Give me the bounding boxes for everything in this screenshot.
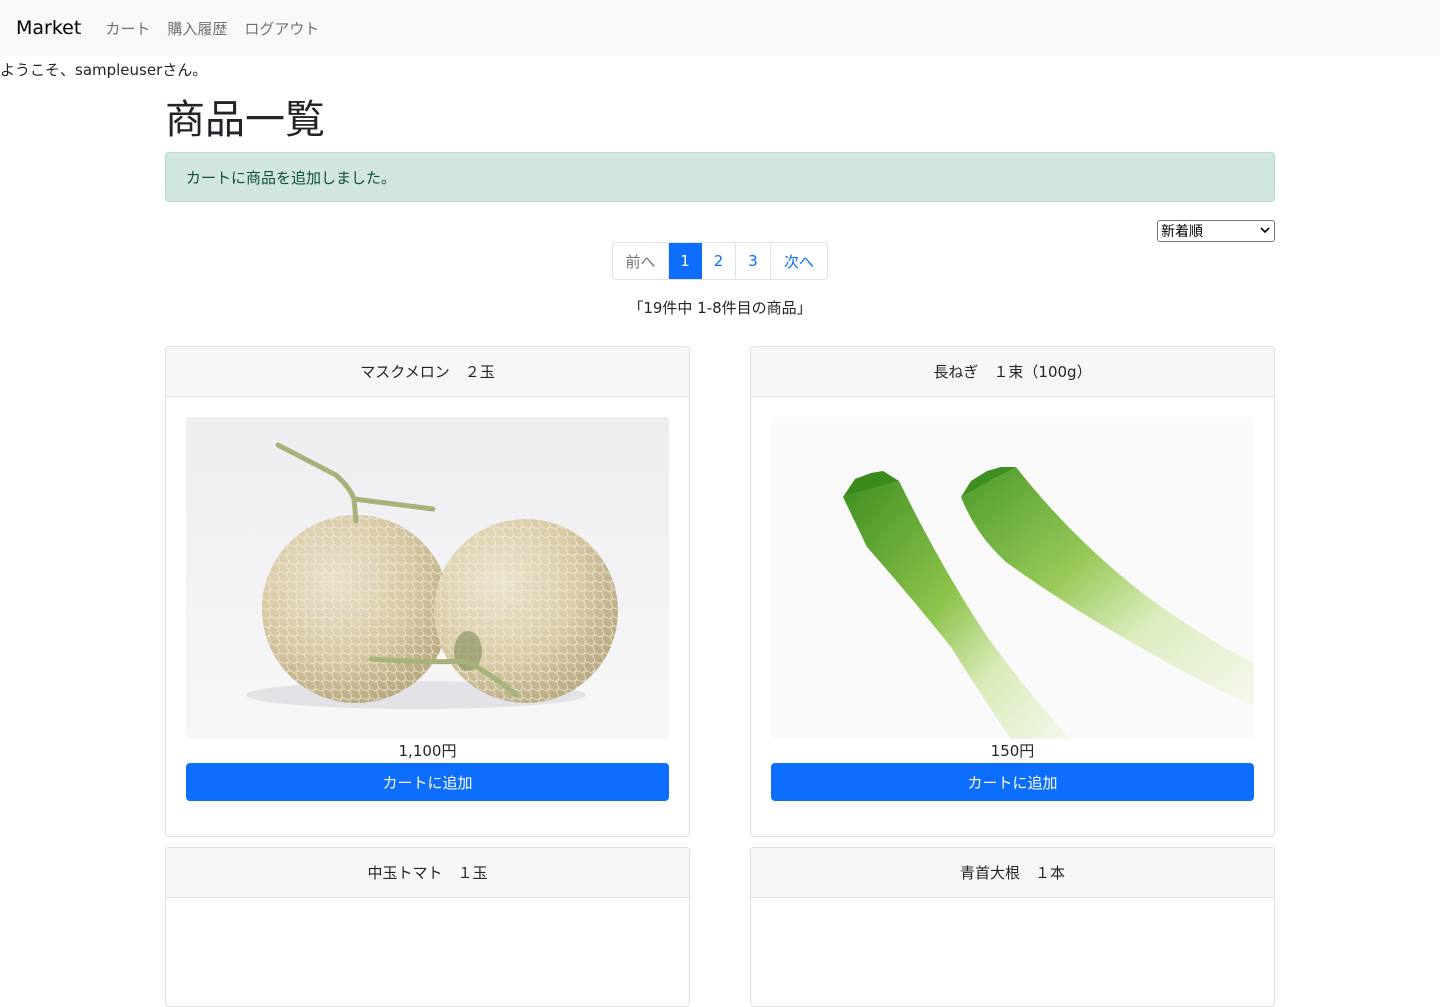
product-name: 中玉トマト １玉: [166, 848, 689, 898]
success-alert: カートに商品を追加しました。: [165, 152, 1275, 202]
pagination: 前へ 1 2 3 次へ: [612, 242, 828, 280]
product-image-green-onion: [771, 417, 1254, 739]
product-card: 青首大根 １本: [750, 847, 1275, 1007]
sort-select[interactable]: 新着順: [1157, 220, 1275, 242]
product-card: 長ねぎ １束（100g） 150円 カートに追加: [750, 346, 1275, 837]
product-price: 1,100円: [398, 742, 457, 760]
nav-link-logout[interactable]: ログアウト: [244, 18, 319, 39]
pagination-next[interactable]: 次へ: [771, 243, 827, 279]
add-to-cart-button[interactable]: カートに追加: [771, 763, 1254, 801]
page-title: 商品一覧: [165, 97, 325, 143]
product-card: 中玉トマト １玉: [165, 847, 690, 1007]
sort-selected-value: 新着順: [1161, 224, 1203, 240]
pagination-page-1[interactable]: 1: [669, 243, 702, 279]
nav-link-cart[interactable]: カート: [105, 18, 150, 39]
pagination-page-3[interactable]: 3: [736, 243, 771, 279]
product-card: マスクメロン ２玉 1,100円 カートに追加: [165, 346, 690, 837]
navbar: Market カート 購入履歴 ログアウト: [0, 0, 1440, 56]
welcome-message: ようこそ、sampleuserさん。: [0, 61, 208, 79]
brand-link[interactable]: Market: [16, 17, 81, 39]
product-price: 150円: [990, 742, 1035, 760]
product-name: マスクメロン ２玉: [166, 347, 689, 397]
chevron-down-icon: [1260, 226, 1270, 237]
nav-link-purchase-history[interactable]: 購入履歴: [167, 18, 227, 39]
product-name: 青首大根 １本: [751, 848, 1274, 898]
product-name: 長ねぎ １束（100g）: [751, 347, 1274, 397]
result-count: 「19件中 1-8件目の商品」: [628, 299, 812, 317]
alert-message: カートに商品を追加しました。: [186, 168, 397, 187]
add-to-cart-button[interactable]: カートに追加: [186, 763, 669, 801]
pagination-prev[interactable]: 前へ: [613, 243, 669, 279]
pagination-page-2[interactable]: 2: [702, 243, 736, 279]
main-container: 商品一覧 カートに商品を追加しました。 新着順 前へ 1 2 3 次へ 「19件…: [165, 92, 1275, 1007]
product-image-melon: [186, 417, 669, 739]
